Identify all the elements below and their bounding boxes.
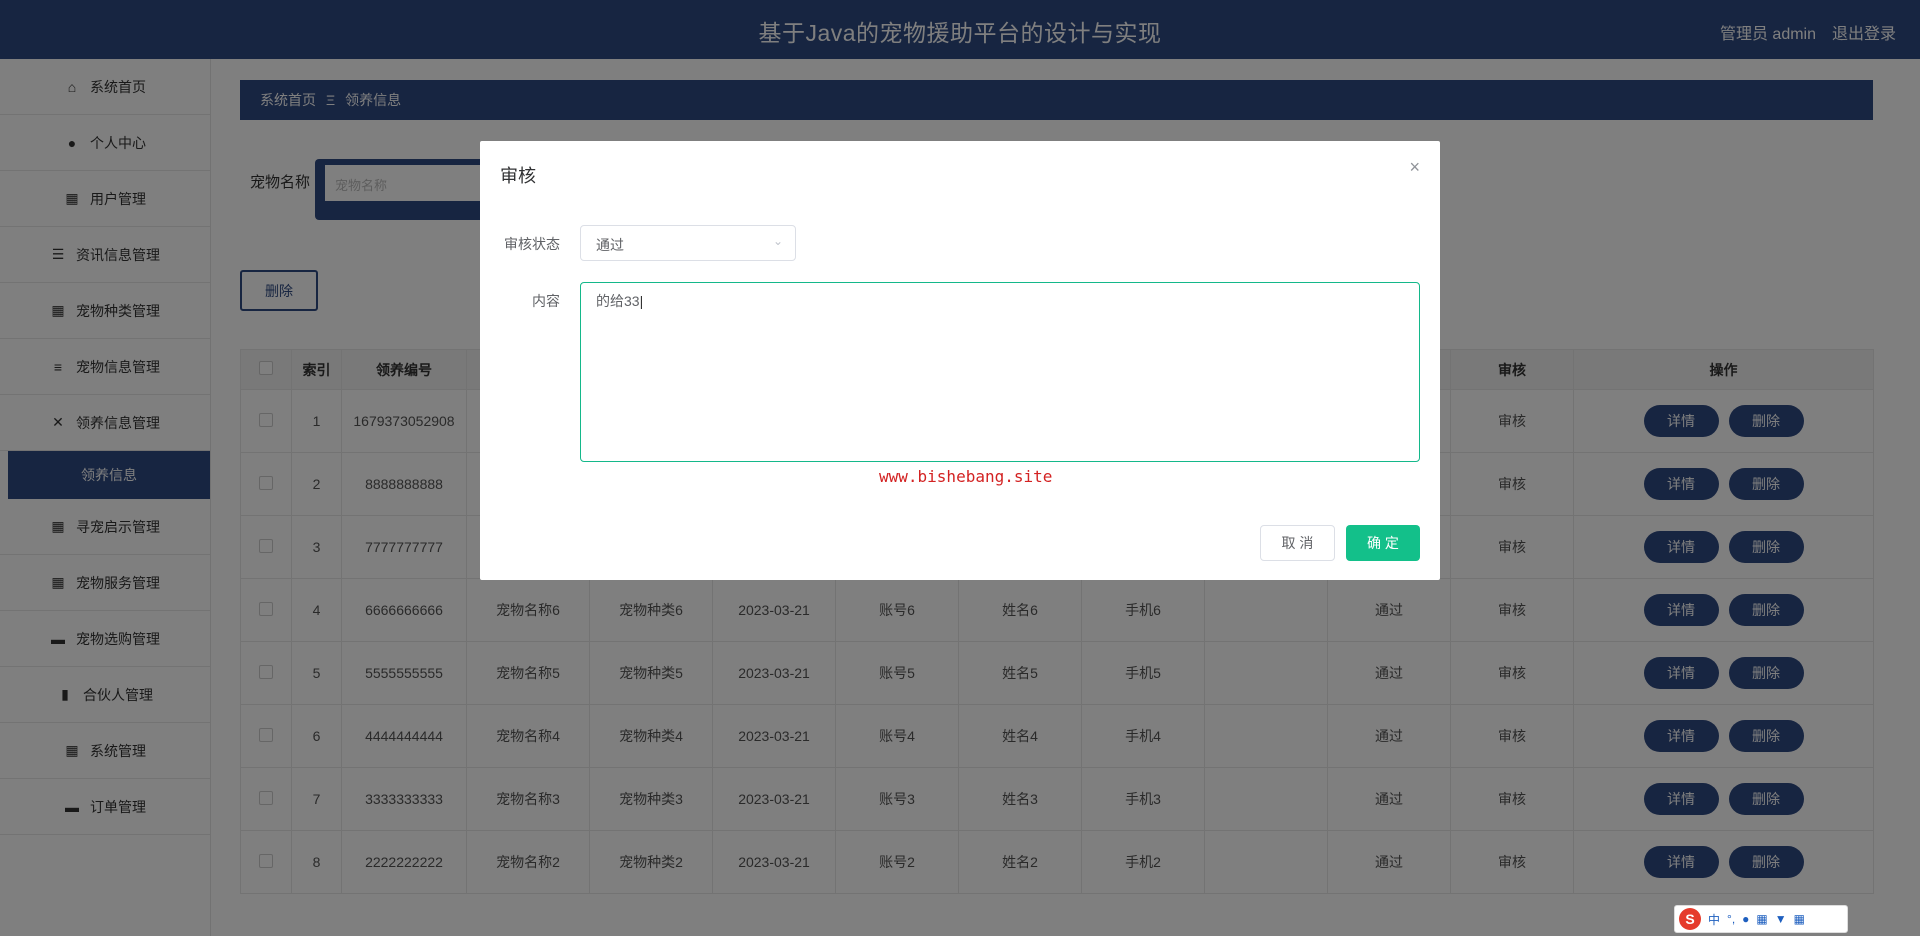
microphone-icon[interactable]: ● bbox=[1742, 912, 1749, 926]
cancel-button[interactable]: 取 消 bbox=[1260, 525, 1335, 561]
status-label: 审核状态 bbox=[504, 236, 560, 252]
content-label: 内容 bbox=[532, 293, 560, 309]
chevron-down-icon: ⌄ bbox=[772, 234, 783, 248]
grid-icon[interactable]: ▦ bbox=[1794, 912, 1805, 926]
watermark: www.bishebang.site bbox=[879, 467, 1053, 486]
keyboard-icon[interactable]: ▦ bbox=[1756, 912, 1767, 926]
content-textarea[interactable]: 的给33| bbox=[580, 282, 1420, 462]
ime-toolbar[interactable]: S 中 °, ● ▦ ▼ ▦ bbox=[1674, 905, 1848, 933]
ime-language[interactable]: 中 bbox=[1708, 911, 1720, 928]
content-text: 的给33 bbox=[596, 293, 640, 309]
sogou-logo-icon: S bbox=[1679, 908, 1701, 930]
confirm-button[interactable]: 确 定 bbox=[1346, 525, 1420, 561]
review-dialog: 审核 × 审核状态 通过 ⌄ 内容 的给33| www.bishebang.si… bbox=[480, 141, 1440, 580]
close-icon[interactable]: × bbox=[1409, 157, 1420, 178]
ime-punctuation[interactable]: °, bbox=[1727, 912, 1735, 926]
status-select-value: 通过 bbox=[596, 237, 624, 253]
dialog-title: 审核 bbox=[500, 166, 536, 186]
status-select[interactable]: 通过 ⌄ bbox=[580, 225, 796, 261]
skin-icon[interactable]: ▼ bbox=[1775, 912, 1787, 926]
